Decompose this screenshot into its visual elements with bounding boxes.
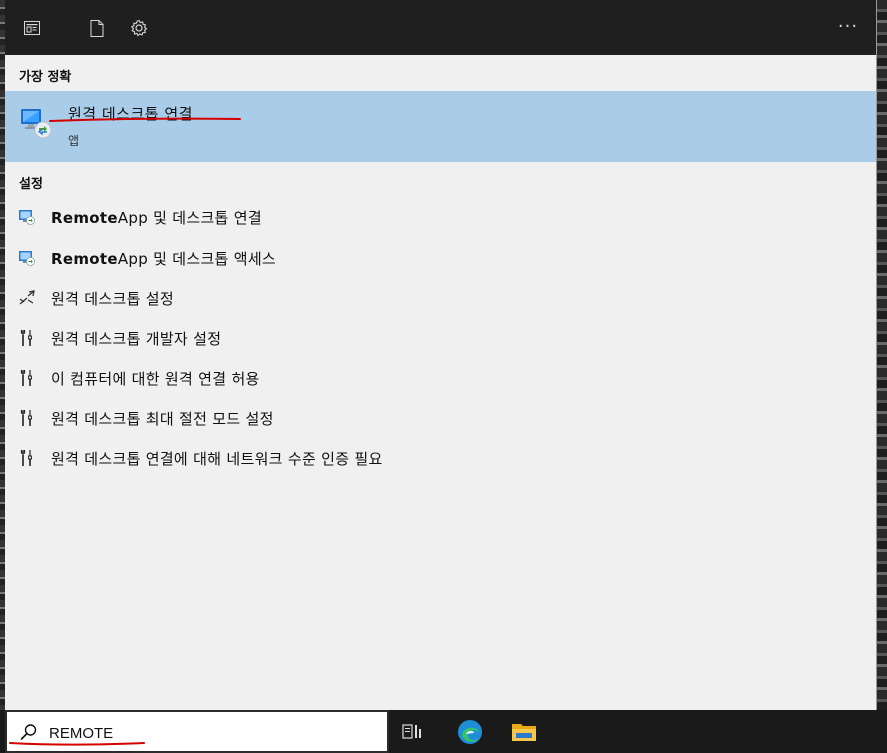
taskbar-search-box[interactable] bbox=[5, 710, 389, 753]
developer-tools-icon bbox=[17, 448, 37, 468]
apps-icon[interactable] bbox=[20, 16, 44, 40]
result-label: 원격 데스크톱 연결에 대해 네트워크 수준 인증 필요 bbox=[51, 449, 383, 468]
developer-tools-icon bbox=[17, 328, 37, 348]
settings-item-remoteapp-connections[interactable]: RemoteApp 및 데스크톱 연결 bbox=[5, 197, 876, 237]
developer-tools-icon bbox=[17, 368, 37, 388]
settings-item-remote-desktop-settings[interactable]: 원격 데스크톱 설정 bbox=[5, 278, 876, 318]
result-label: 원격 데스크톱 설정 bbox=[51, 289, 174, 308]
taskbar bbox=[0, 710, 887, 753]
developer-tools-icon bbox=[17, 408, 37, 428]
result-keyword: Remote bbox=[51, 249, 118, 268]
result-label: 원격 데스크톱 개발자 설정 bbox=[51, 329, 222, 348]
result-keyword: Remote bbox=[51, 208, 118, 227]
search-toolbar: ··· bbox=[5, 0, 876, 55]
result-label: App 및 데스크톱 연결 bbox=[117, 208, 262, 227]
best-match-subtitle: 앱 bbox=[68, 134, 80, 148]
remoteapp-icon bbox=[17, 248, 37, 268]
search-icon bbox=[20, 723, 38, 745]
settings-icon[interactable] bbox=[127, 16, 151, 40]
settings-item-network-level-auth[interactable]: 원격 데스크톱 연결에 대해 네트워크 수준 인증 필요 bbox=[5, 438, 876, 478]
remote-desktop-icon bbox=[19, 105, 55, 141]
settings-heading: 설정 bbox=[19, 177, 43, 192]
document-icon[interactable] bbox=[85, 16, 109, 40]
search-results-panel: ··· 가장 정확 원격 데스크톱 연결 앱 설정 RemoteApp 및 데스… bbox=[5, 0, 877, 710]
result-label: 원격 데스크톱 최대 절전 모드 설정 bbox=[51, 409, 274, 428]
remoteapp-icon bbox=[17, 207, 37, 227]
result-label: App 및 데스크톱 액세스 bbox=[117, 249, 277, 268]
edge-browser-icon[interactable] bbox=[455, 717, 485, 747]
best-match-title: 원격 데스크톱 연결 bbox=[68, 105, 193, 123]
best-match-item[interactable]: 원격 데스크톱 연결 앱 bbox=[5, 91, 876, 162]
result-label: 이 컴퓨터에 대한 원격 연결 허용 bbox=[51, 369, 260, 388]
task-view-icon[interactable] bbox=[397, 717, 427, 747]
settings-item-developer-settings[interactable]: 원격 데스크톱 개발자 설정 bbox=[5, 318, 876, 358]
settings-item-allow-remote-connections[interactable]: 이 컴퓨터에 대한 원격 연결 허용 bbox=[5, 358, 876, 398]
best-match-heading: 가장 정확 bbox=[19, 70, 72, 85]
more-options-button[interactable]: ··· bbox=[834, 14, 862, 40]
file-explorer-icon[interactable] bbox=[509, 717, 539, 747]
search-input[interactable] bbox=[49, 722, 369, 744]
settings-item-remoteapp-access[interactable]: RemoteApp 및 데스크톱 액세스 bbox=[5, 238, 876, 278]
settings-item-sleep-settings[interactable]: 원격 데스크톱 최대 절전 모드 설정 bbox=[5, 398, 876, 438]
remote-arrows-icon bbox=[17, 288, 37, 308]
